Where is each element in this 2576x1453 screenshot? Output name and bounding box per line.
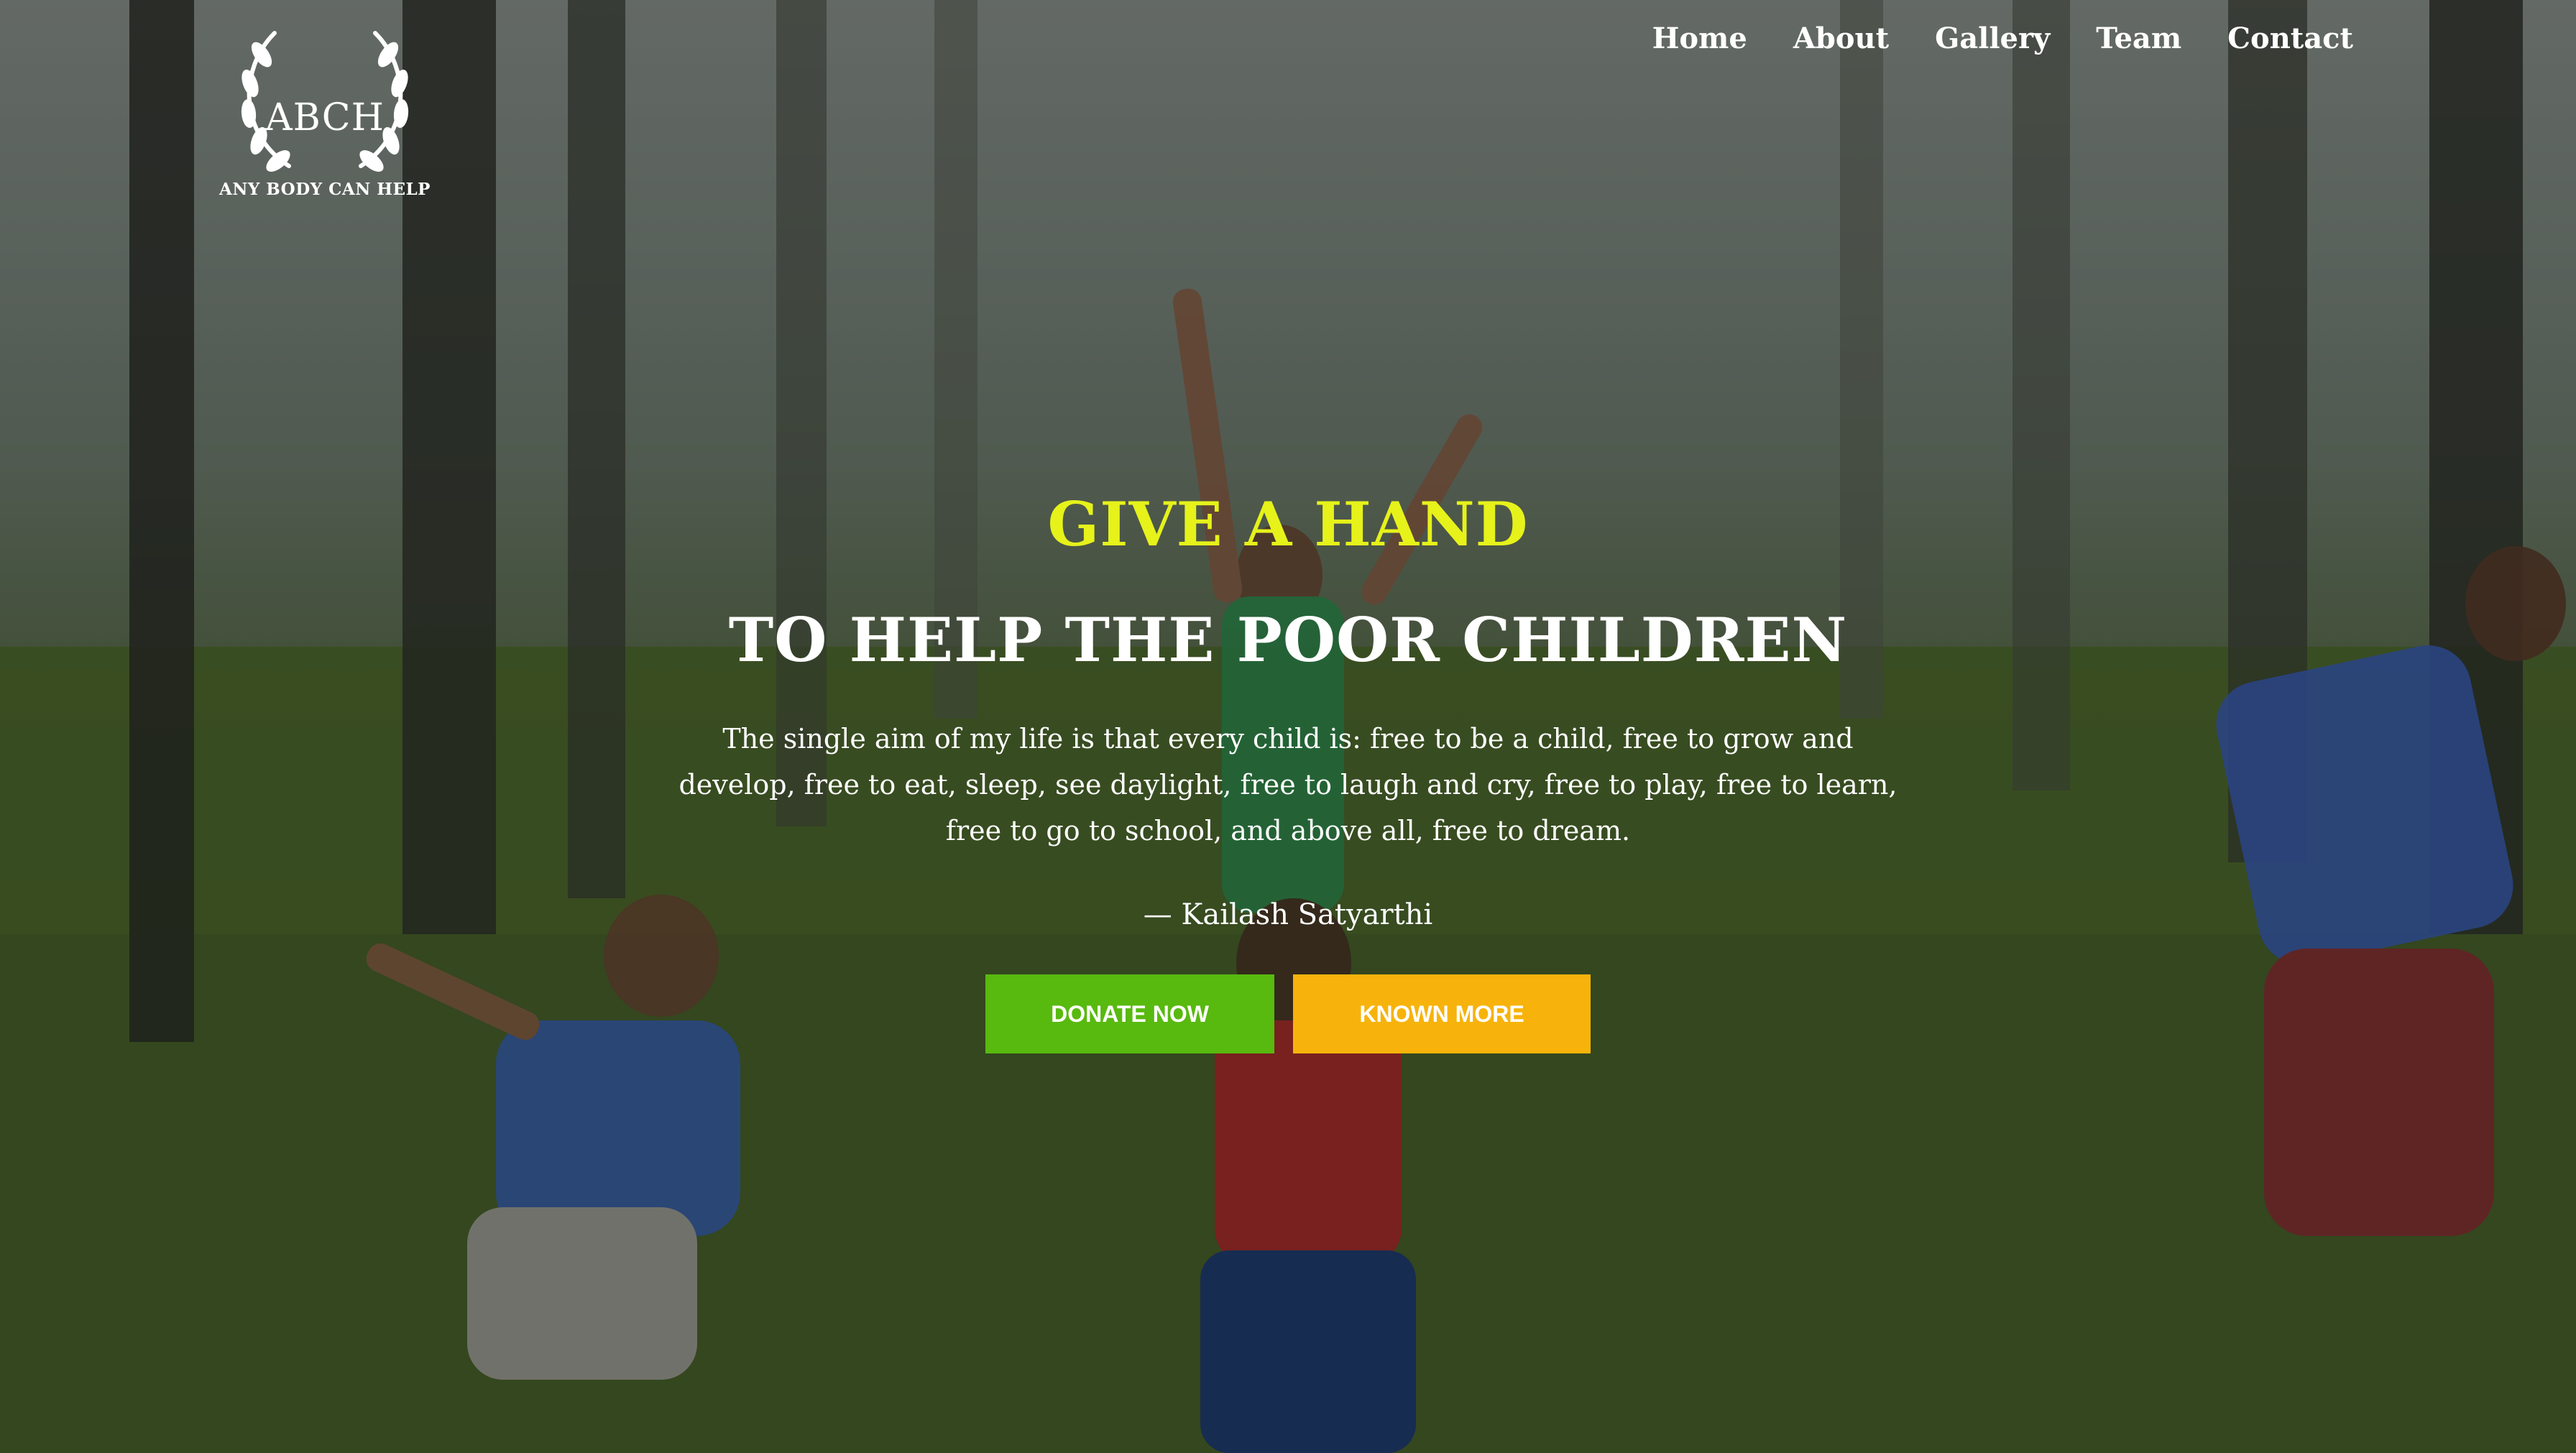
- nav-home[interactable]: Home: [1652, 22, 1747, 55]
- hero-headline: TO HELP THE POOR CHILDREN: [728, 604, 1848, 675]
- main-nav: Home About Gallery Team Contact: [1652, 22, 2353, 55]
- hero-kicker: GIVE A HAND: [1047, 489, 1529, 560]
- nav-about[interactable]: About: [1793, 22, 1889, 55]
- cta-buttons: DONATE NOW KNOWN MORE: [0, 974, 2576, 1053]
- quote-author: — Kailash Satyarthi: [1143, 898, 1433, 931]
- nav-contact[interactable]: Contact: [2227, 22, 2353, 55]
- nav-gallery[interactable]: Gallery: [1935, 22, 2050, 55]
- hero-content: GIVE A HAND TO HELP THE POOR CHILDREN Th…: [0, 489, 2576, 1053]
- brand-mark: ABCH: [265, 96, 385, 139]
- known-more-button[interactable]: KNOWN MORE: [1293, 974, 1591, 1053]
- hero-quote: The single aim of my life is that every …: [678, 723, 1898, 847]
- brand-tagline: ANY BODY CAN HELP: [219, 180, 431, 199]
- nav-team[interactable]: Team: [2096, 22, 2181, 55]
- brand-logo[interactable]: ABCH ANY BODY CAN HELP: [219, 26, 430, 206]
- donate-now-button[interactable]: DONATE NOW: [985, 974, 1274, 1053]
